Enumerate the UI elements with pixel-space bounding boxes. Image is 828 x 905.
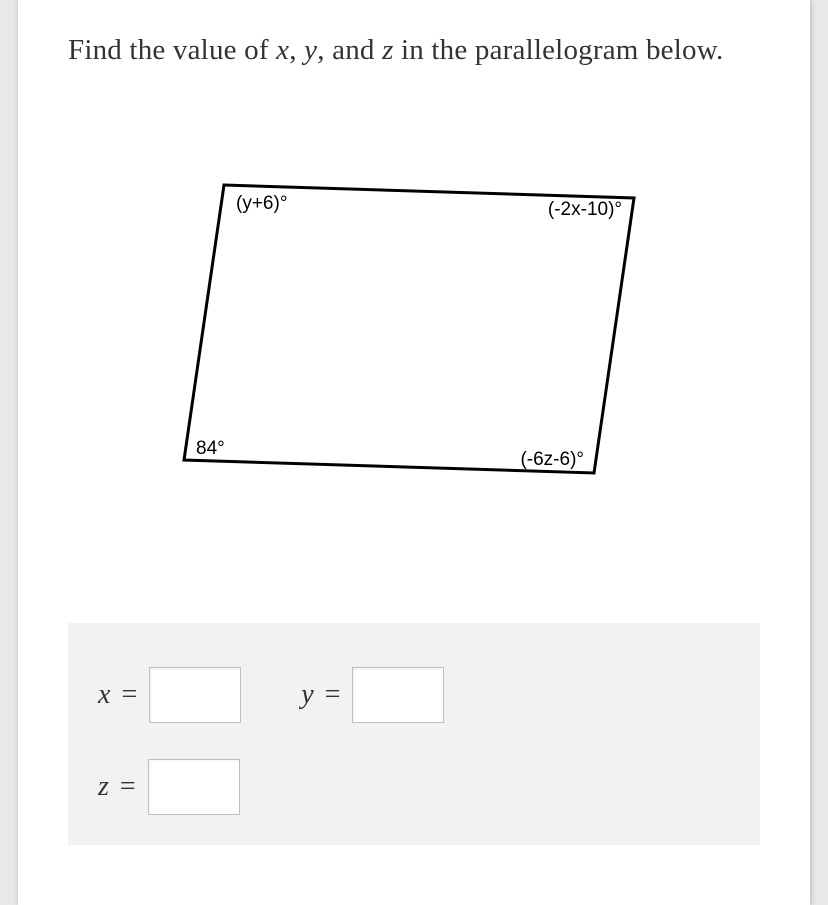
z-input[interactable] (148, 759, 240, 815)
parallelogram-figure: (y+6)° (-2x-10)° 84° (-6z-6)° (68, 163, 760, 533)
question-sep1: , (289, 34, 304, 66)
question-text: Find the value of x, y, and z in the par… (68, 28, 760, 73)
z-label: z = (98, 771, 138, 803)
parallelogram-svg: (y+6)° (-2x-10)° 84° (-6z-6)° (154, 163, 674, 493)
angle-top-left-label: (y+6)° (236, 193, 287, 214)
question-pre: Find the value of (68, 34, 276, 66)
var-x: x (276, 34, 289, 66)
angle-top-right-label: (-2x-10)° (548, 199, 622, 220)
angle-bottom-right-label: (-6z-6)° (520, 449, 584, 470)
page-card: Find the value of x, y, and z in the par… (18, 0, 810, 905)
y-label: y = (301, 679, 342, 711)
answer-group-y: y = (301, 667, 444, 723)
answer-group-z: z = (98, 759, 240, 815)
answer-row-2: z = (98, 759, 730, 815)
var-z: z (382, 34, 394, 66)
angle-bottom-left-label: 84° (196, 438, 225, 459)
x-input[interactable] (149, 667, 241, 723)
answer-row-1: x = y = (98, 667, 730, 723)
answer-group-x: x = (98, 667, 241, 723)
var-y: y (304, 34, 317, 66)
parallelogram-shape (184, 185, 634, 473)
question-post: in the parallelogram below. (394, 34, 724, 66)
question-sep2: , and (317, 34, 382, 66)
y-input[interactable] (352, 667, 444, 723)
answer-panel: x = y = z = (68, 623, 760, 845)
x-label: x = (98, 679, 139, 711)
